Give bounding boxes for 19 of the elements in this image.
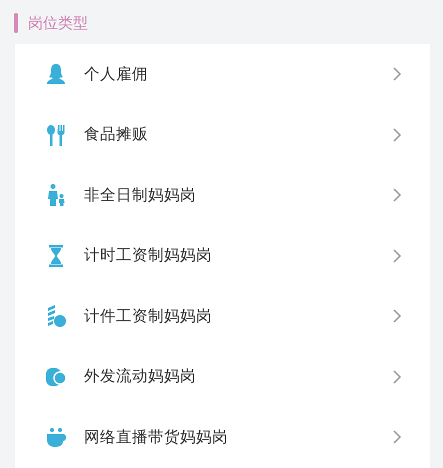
chevron-icon xyxy=(392,429,402,446)
chevron-icon xyxy=(392,308,402,324)
chevron-icon xyxy=(392,126,402,143)
chevron-icon xyxy=(392,368,402,385)
coins-icon xyxy=(45,304,67,328)
section-title: 岗位类型 xyxy=(28,14,88,32)
chevron-icon xyxy=(392,187,402,204)
list-item[interactable]: 个人雇佣 xyxy=(15,44,430,104)
list-item[interactable]: 计件工资制妈妈岗 xyxy=(15,286,430,346)
parent-child-icon xyxy=(45,183,67,208)
list-item[interactable]: 非全日制妈妈岗 xyxy=(15,165,430,226)
list-item[interactable]: 网络直播带货妈妈岗 xyxy=(15,407,430,468)
list-item[interactable]: 食品摊贩 xyxy=(15,104,430,165)
chevron-icon xyxy=(392,248,402,264)
chevron-icon xyxy=(392,66,402,82)
list-item[interactable]: 外发流动妈妈岗 xyxy=(15,346,430,407)
list-item[interactable]: 计时工资制妈妈岗 xyxy=(15,226,430,286)
cutlery-icon xyxy=(45,122,67,147)
person-icon xyxy=(45,62,67,86)
